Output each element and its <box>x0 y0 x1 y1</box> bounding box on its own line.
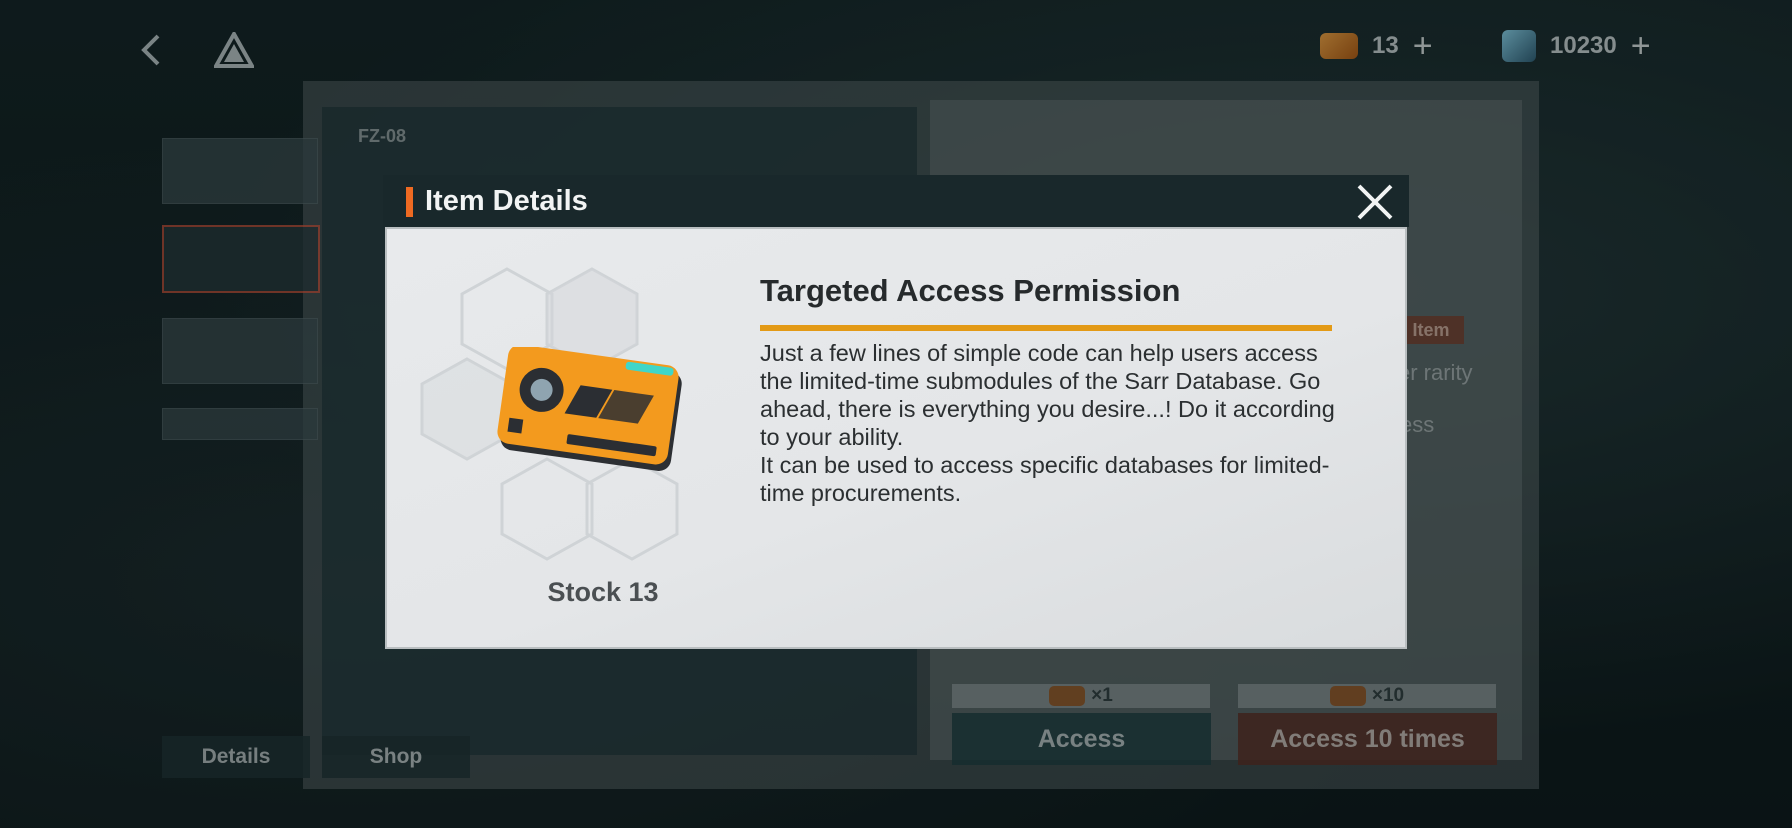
description-paragraph: Just a few lines of simple code can help… <box>760 340 1335 450</box>
dialog-body: Stock 13 Targeted Access Permission Just… <box>385 227 1407 649</box>
description-paragraph: It can be used to access specific databa… <box>760 452 1330 506</box>
close-button[interactable] <box>1354 181 1396 223</box>
name-underline <box>760 325 1332 331</box>
dialog-header: Item Details <box>383 175 1409 227</box>
access-card-icon <box>497 347 682 471</box>
title-accent <box>406 187 413 217</box>
dialog-title: Item Details <box>425 185 588 217</box>
item-description: Just a few lines of simple code can help… <box>760 339 1340 507</box>
stock-label: Stock 13 <box>547 577 659 607</box>
item-details-dialog: Item Details Stock 13 Targeted Access Pe… <box>383 175 1409 653</box>
item-name: Targeted Access Permission <box>760 273 1181 308</box>
close-icon <box>1357 184 1393 220</box>
